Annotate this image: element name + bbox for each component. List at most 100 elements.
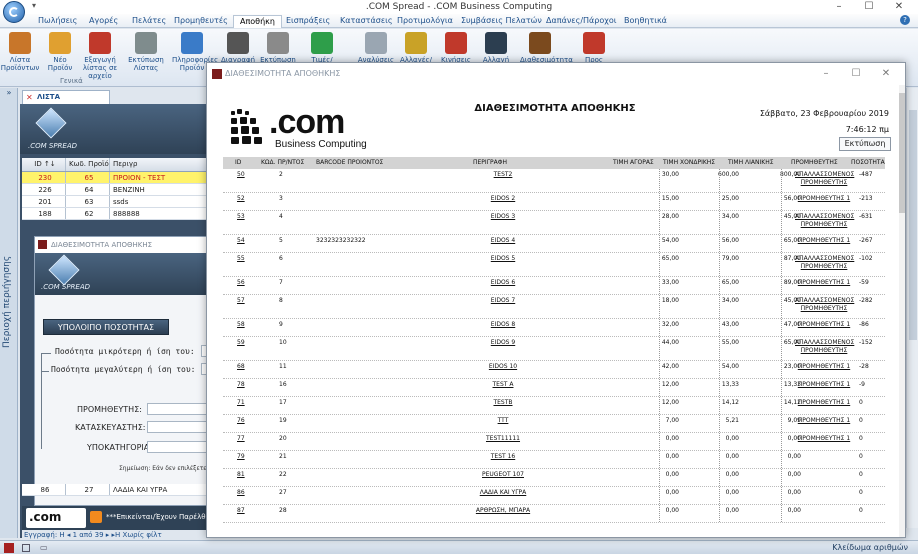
- cell-description[interactable]: EIDOS 5: [453, 255, 553, 263]
- cell-id[interactable]: 53: [237, 213, 245, 220]
- table-row[interactable]: 59 10 EIDOS 9 44,00 55,00 65,00 ΑΠΑΛΛΑΣΣΟΜΕΝΟΣ…: [223, 337, 885, 361]
- cell-description[interactable]: PEUGEOT 107: [453, 471, 553, 479]
- cell-id[interactable]: 55: [237, 255, 245, 262]
- cell-id[interactable]: 86: [237, 489, 245, 496]
- app-menu-orb-icon[interactable]: [3, 1, 25, 23]
- dialog-close-button[interactable]: ✕: [871, 63, 901, 85]
- table-row[interactable]: 53 4 EIDOS 3 28,00 34,00 45,00 ΑΠΑΛΛΑΣΣΟΜΕΝΟΣ …: [223, 211, 885, 235]
- help-icon[interactable]: ?: [900, 15, 910, 25]
- export-list-button[interactable]: Εξαγωγή λίστας σε αρχείο: [80, 32, 120, 80]
- cell-id[interactable]: 87: [237, 507, 245, 514]
- tab-expenses[interactable]: Δαπάνες/Πάροχοι: [540, 15, 623, 28]
- cell-description[interactable]: TTT: [453, 417, 553, 425]
- cell-description[interactable]: EIDOS 2: [453, 195, 553, 203]
- col-id[interactable]: ID ↑↓: [22, 158, 66, 171]
- cell-id[interactable]: 59: [237, 339, 245, 346]
- table-row[interactable]: 86 27 ΛΑΔΙΑ ΚΑΙ ΥΓΡΑ 0,00 0,00 0,00 0: [223, 487, 885, 505]
- cell-description[interactable]: ΛΑΔΙΑ ΚΑΙ ΥΓΡΑ: [453, 489, 553, 497]
- cell-description[interactable]: ΑΡΘΡΩΣΗ, ΜΠΑΡΑ: [453, 507, 553, 515]
- table-row[interactable]: 79 21 TEST 16 0,00 0,00 0,00 0: [223, 451, 885, 469]
- dialog-maximize-button[interactable]: ☐: [841, 63, 871, 85]
- cell-id[interactable]: 57: [237, 297, 245, 304]
- table-row[interactable]: 68 11 EIDOS 10 42,00 54,00 23,00 ΠΡΟΜΗΘΕΥΤΗΣ 1…: [223, 361, 885, 379]
- movements-button[interactable]: Κινήσεις: [436, 32, 476, 64]
- table-row[interactable]: 76 19 TTT 7,00 5,21 9,09 ΠΡΟΜΗΘΕΥΤΗΣ 10: [223, 415, 885, 433]
- report-scrollbar[interactable]: [899, 85, 905, 537]
- expand-nav-button[interactable]: »: [0, 88, 18, 102]
- cell-description[interactable]: EIDOS 7: [453, 297, 553, 305]
- table-row[interactable]: 71 17 TESTB 12,00 14,12 14,12 ΠΡΟΜΗΘΕΥΤΗΣ 10: [223, 397, 885, 415]
- analysis-button[interactable]: Αναλύσεις: [356, 32, 396, 64]
- remaining-quantity-button[interactable]: ΥΠΟΛΟΙΠΟ ΠΟΣΟΤΗΤΑΣ: [43, 319, 169, 335]
- cell-id[interactable]: 79: [237, 453, 245, 460]
- cell-description[interactable]: TEST A: [453, 381, 553, 389]
- table-row[interactable]: 77 20 TEST11111 0,00 0,00 0,00 ΠΡΟΜΗΘΕΥΤΗΣ 10: [223, 433, 885, 451]
- cell-description[interactable]: EIDOS 6: [453, 279, 553, 287]
- col-desc[interactable]: Περιγρ: [110, 158, 208, 171]
- cell-description[interactable]: EIDOS 3: [453, 213, 553, 221]
- cell-supplier[interactable]: ΠΡΟΜΗΘΕΥΤΗΣ 1: [795, 321, 853, 329]
- cell-id[interactable]: 68: [237, 363, 245, 370]
- to-button[interactable]: Προς: [574, 32, 614, 64]
- minimize-button[interactable]: –: [824, 0, 854, 14]
- print-list-button[interactable]: Εκτύπωση Λίστας: [126, 32, 166, 72]
- table-row[interactable]: 201 63 ssds: [22, 196, 208, 208]
- cell-supplier[interactable]: ΠΡΟΜΗΘΕΥΤΗΣ 1: [795, 195, 853, 203]
- cell-supplier[interactable]: ΑΠΑΛΛΑΣΣΟΜΕΝΟΣ ΠΡΟΜΗΘΕΥΤΗΣ: [795, 171, 854, 187]
- cell-description[interactable]: EIDOS 4: [453, 237, 553, 245]
- tab-utilities[interactable]: Βοηθητικά: [618, 15, 673, 28]
- table-row[interactable]: 50 2 TEST2 30,00 600,00 800,00 ΑΠΑΛΛΑΣΣΟΜΕΝΟΣ …: [223, 169, 885, 193]
- cell-id[interactable]: 81: [237, 471, 245, 478]
- main-scrollbar[interactable]: [906, 88, 918, 528]
- cell-supplier[interactable]: ΠΡΟΜΗΘΕΥΤΗΣ 1: [795, 381, 853, 389]
- table-row[interactable]: 55 6 EIDOS 5 65,00 79,00 87,00 ΑΠΑΛΛΑΣΣΟΜΕΝΟΣ …: [223, 253, 885, 277]
- table-row[interactable]: 56 7 EIDOS 6 33,00 65,00 89,00 ΠΡΟΜΗΘΕΥΤΗΣ 1 -5…: [223, 277, 885, 295]
- table-row[interactable]: 86 27 ΛΑΔΙΑ ΚΑΙ ΥΓΡΑ: [22, 484, 208, 496]
- delete-button[interactable]: Διαγραφή: [218, 32, 258, 64]
- record-navigator[interactable]: Εγγραφή: H ◂ 1 από 39 ▸ ▸H Χωρίς φίλτ: [22, 530, 208, 540]
- cell-description[interactable]: EIDOS 9: [453, 339, 553, 347]
- cell-description[interactable]: EIDOS 8: [453, 321, 553, 329]
- change-button[interactable]: Αλλαγή: [476, 32, 516, 64]
- cell-description[interactable]: TEST11111: [453, 435, 553, 443]
- cell-description[interactable]: TEST 16: [453, 453, 553, 461]
- dialog-minimize-button[interactable]: –: [811, 63, 841, 85]
- cell-supplier[interactable]: ΑΠΑΛΛΑΣΣΟΜΕΝΟΣ ΠΡΟΜΗΘΕΥΤΗΣ: [795, 255, 854, 271]
- supplier-select[interactable]: [147, 403, 207, 415]
- table-row[interactable]: 57 8 EIDOS 7 18,00 34,00 45,00 ΑΠΑΛΛΑΣΣΟΜΕΝΟΣ …: [223, 295, 885, 319]
- product-list-button[interactable]: Λίστα Προϊόντων: [0, 32, 40, 72]
- cell-id[interactable]: 78: [237, 381, 245, 388]
- table-row[interactable]: 54 5 3232323232322 EIDOS 4 54,00 56,00 65,00 ΠΡ…: [223, 235, 885, 253]
- subcategory-select[interactable]: [147, 441, 207, 453]
- cell-id[interactable]: 54: [237, 237, 245, 244]
- tab-contracts[interactable]: Συμβάσεις Πελατών: [455, 15, 548, 28]
- tab-reports[interactable]: Καταστάσεις: [334, 15, 399, 28]
- cell-id[interactable]: 52: [237, 195, 245, 202]
- table-row[interactable]: 58 9 EIDOS 8 32,00 43,00 47,00 ΠΡΟΜΗΘΕΥΤΗΣ 1 -8…: [223, 319, 885, 337]
- cell-id[interactable]: 77: [237, 435, 245, 442]
- table-row[interactable]: 52 3 EIDOS 2 15,00 25,00 56,00 ΠΡΟΜΗΘΕΥΤΗΣ 1 -2…: [223, 193, 885, 211]
- cell-id[interactable]: 71: [237, 399, 245, 406]
- tab-customers[interactable]: Πελάτες: [126, 15, 172, 28]
- print-report-button[interactable]: Εκτύπωση: [839, 137, 891, 151]
- cell-supplier[interactable]: ΠΡΟΜΗΘΕΥΤΗΣ 1: [795, 435, 853, 443]
- cell-supplier[interactable]: ΑΠΑΛΛΑΣΣΟΜΕΝΟΣ ΠΡΟΜΗΘΕΥΤΗΣ: [795, 213, 854, 229]
- tab-sales[interactable]: Πωλήσεις: [32, 15, 83, 28]
- cell-supplier[interactable]: ΑΠΑΛΛΑΣΣΟΜΕΝΟΣ ΠΡΟΜΗΘΕΥΤΗΣ: [795, 297, 854, 313]
- cell-id[interactable]: 56: [237, 279, 245, 286]
- table-row[interactable]: 230 65 ΠΡΟΙΟΝ - ΤΕΣΤ: [22, 172, 208, 184]
- cell-supplier[interactable]: ΠΡΟΜΗΘΕΥΤΗΣ 1: [795, 279, 853, 287]
- table-row[interactable]: 188 62 888888: [22, 208, 208, 220]
- cell-id[interactable]: 50: [237, 171, 245, 178]
- new-product-button[interactable]: Νέο Προϊόν: [40, 32, 80, 72]
- cell-supplier[interactable]: ΠΡΟΜΗΘΕΥΤΗΣ 1: [795, 417, 853, 425]
- cell-id[interactable]: 58: [237, 321, 245, 328]
- tab-product-list[interactable]: ✕ ΛΙΣΤΑ ΠΡΟΪΟΝΤΩΝ: [22, 90, 110, 114]
- availability-button[interactable]: Διαθεσιμότητα: [520, 32, 573, 64]
- close-button[interactable]: ✕: [884, 0, 914, 14]
- cell-description[interactable]: TEST2: [453, 171, 553, 179]
- table-row[interactable]: 226 64 BENZINH: [22, 184, 208, 196]
- col-code[interactable]: Κωδ. Προϊόντος: [66, 158, 110, 171]
- tab-purchases[interactable]: Αγορές: [83, 15, 124, 28]
- cell-supplier[interactable]: ΑΠΑΛΛΑΣΣΟΜΕΝΟΣ ΠΡΟΜΗΘΕΥΤΗΣ: [795, 339, 854, 355]
